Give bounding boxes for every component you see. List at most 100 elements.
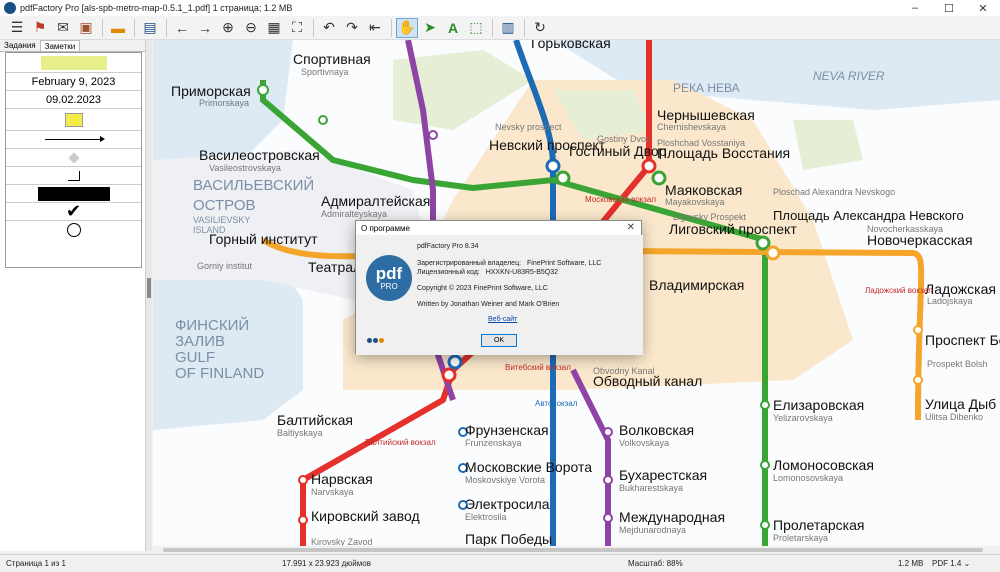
open-folder-icon[interactable]: ▬ [107, 18, 129, 38]
station-name: Волковская [619, 422, 694, 438]
station-name-en: Frunzenskaya [465, 438, 522, 448]
station-name-en: Novocherkasskaya [867, 224, 943, 234]
minimize-button[interactable]: – [898, 0, 932, 16]
zoom-level: Масштаб: 88% [628, 559, 683, 568]
checkmark-tool[interactable]: ✔ [6, 201, 141, 221]
grid-icon[interactable]: ▦ [263, 18, 285, 38]
tab-notes[interactable]: Заметки [39, 40, 81, 51]
toolbar-divider [524, 18, 525, 37]
website-link[interactable]: Веб-сайт [488, 316, 517, 323]
horizontal-scrollbar[interactable] [153, 546, 1000, 554]
station-name-en: Prospekt Bolsh [927, 359, 988, 369]
corner-tool[interactable] [6, 167, 141, 185]
pdf-icon[interactable]: ⚑ [29, 18, 51, 38]
status-bar: Страница 1 из 1 17.991 x 23.923 дюймов М… [0, 554, 1000, 572]
diamond-icon [67, 151, 80, 164]
station-marker [765, 245, 781, 261]
station-name: Бухарестская [619, 467, 707, 483]
app-icon [4, 2, 16, 14]
rail-terminal-label: Ладожский вокзал [865, 286, 933, 295]
station-marker [441, 367, 457, 383]
station-marker [447, 354, 463, 370]
water-label: ЗАЛИВ [175, 333, 225, 350]
forward-icon[interactable]: → [194, 18, 216, 38]
splitter-grip[interactable] [147, 278, 151, 298]
note-date[interactable]: February 9, 2023 [6, 73, 141, 91]
station-name: Елизаровская [773, 397, 864, 413]
dialog-close-button[interactable]: ✕ [627, 222, 635, 233]
fit-page-icon[interactable]: ⛶ [286, 18, 308, 38]
station-name-en: Proletarskaya [773, 533, 828, 543]
rail-terminal-label: Московский вокзал [585, 195, 656, 204]
station-name-en: Yelizarovskaya [773, 413, 833, 423]
station-marker [755, 235, 771, 251]
station-name-en: Ploschad Alexandra Nevskogo [773, 187, 895, 197]
station-name: Фрунзенская [465, 422, 549, 438]
refresh-icon[interactable]: ↻ [529, 18, 551, 38]
crop-icon[interactable]: ⬚ [465, 18, 487, 38]
diamond-tool[interactable] [6, 149, 141, 167]
station-name-en: Mejdunarodnaya [619, 525, 686, 535]
page-indicator: Страница 1 из 1 [6, 559, 66, 568]
zoom-in-icon[interactable]: ⊕ [217, 18, 239, 38]
email-icon[interactable]: ✉ [52, 18, 74, 38]
station-name-en: Gorniy institut [197, 261, 253, 271]
license-row: Лицензионный код: HXXKN-U83R5-B5Q32 [417, 269, 558, 276]
station-name: Международная [619, 509, 725, 525]
ok-button[interactable]: OK [481, 334, 517, 347]
menu-icon[interactable]: ☰ [6, 18, 28, 38]
arrow-tool[interactable] [6, 131, 141, 149]
station-name-en: Primorskaya [199, 98, 249, 108]
island-label: VASILIEVSKY [193, 215, 250, 225]
station-name: Проспект Большевиков [925, 332, 1000, 348]
close-button[interactable]: ✕ [966, 0, 1000, 16]
zoom-out-icon[interactable]: ⊖ [240, 18, 262, 38]
tab-jobs[interactable]: Задания [0, 40, 40, 51]
print-icon[interactable]: ▤ [139, 18, 161, 38]
circle-tool[interactable] [6, 221, 141, 239]
select-icon[interactable]: ➤ [419, 18, 441, 38]
hand-icon[interactable]: ✋ [396, 17, 418, 38]
checkmark-icon: ✔ [65, 201, 82, 221]
corner-icon [67, 170, 80, 181]
station-name-en: Mayakovskaya [665, 197, 725, 207]
page-size: 17.991 x 23.923 дюймов [282, 559, 371, 568]
window-title: pdfFactory Pro [als-spb-metro-map-0.5.1_… [20, 3, 293, 13]
scrollbar-thumb[interactable] [163, 548, 983, 552]
pdf-version-select[interactable]: PDF 1.4 ⌄ [932, 559, 970, 568]
authors-text: Written by Jonathan Weiner and Mark O'Br… [417, 301, 560, 308]
sticky-note-tool[interactable] [6, 109, 141, 131]
copyright-text: Copyright © 2023 FinePrint Software, LLC [417, 285, 548, 292]
notes-icon[interactable]: ▥ [497, 18, 519, 38]
station-name: Владимирская [649, 277, 744, 293]
station-name-en: Baltiyskaya [277, 428, 323, 438]
back-icon[interactable]: ← [171, 18, 193, 38]
redo-icon[interactable]: ↷ [341, 18, 363, 38]
station-name: Адмиралтейская [321, 193, 430, 209]
panel-splitter[interactable] [146, 40, 152, 551]
maximize-button[interactable]: ☐ [932, 0, 966, 16]
save-icon[interactable]: ▣ [75, 18, 97, 38]
note-date-short[interactable]: 09.02.2023 [6, 91, 141, 109]
station-name: Маяковская [665, 182, 742, 198]
water-label: ФИНСКИЙ [175, 316, 249, 334]
station-name: Пролетарская [773, 517, 864, 533]
owner-value: FinePrint Software, LLC [526, 260, 602, 267]
water-label: NEVA RIVER [813, 69, 885, 83]
station-name-en: Nevsky prospect [495, 122, 562, 132]
text-icon[interactable]: A [442, 18, 464, 38]
station-name-en: Moskovskiye Vorota [465, 475, 545, 485]
bus-terminal-label: Автовокзал [535, 399, 578, 408]
undo-all-icon[interactable]: ⇤ [364, 18, 386, 38]
station-name: Василеостровская [199, 147, 320, 163]
note-color-swatch[interactable] [6, 53, 141, 73]
station-name-en: Ulitsa Dibenko [925, 412, 983, 422]
water-label: РЕКА НЕВА [673, 81, 740, 95]
station-name-en: Bukharestskaya [619, 483, 683, 493]
dialog-title: О программе [361, 224, 410, 233]
logo-text: pdf [375, 263, 403, 283]
undo-icon[interactable]: ↶ [318, 18, 340, 38]
station-name: Ладожская [925, 281, 996, 297]
station-name-en: Chernishevskaya [657, 122, 726, 132]
station-name-en: Narvskaya [311, 487, 354, 497]
